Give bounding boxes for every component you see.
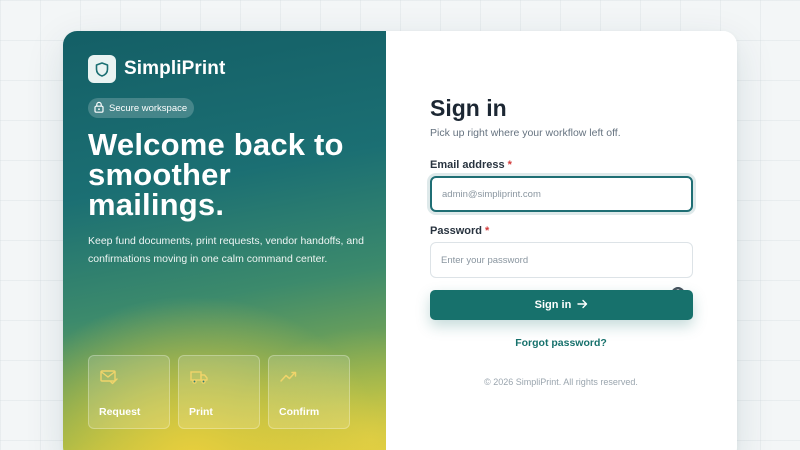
feature-label: Request [99,406,141,418]
signin-title: Sign in [430,95,507,121]
required-marker: * [484,225,490,237]
password-label-text: Password [430,225,482,237]
signin-panel: Sign in Pick up right where your workflo… [386,31,737,450]
hero-subtitle: Keep fund documents, print requests, ven… [88,235,364,265]
brand: SimpliPrint [88,55,225,83]
login-card: SimpliPrint Secure workspace Welcome bac… [63,31,737,450]
signin-subtitle: Pick up right where your workflow left o… [430,127,621,139]
feature-list: Request Print Confirm [88,355,350,429]
password-label: Password * [430,225,489,237]
secure-workspace-badge: Secure workspace [88,98,195,118]
email-label-text: Email address [430,159,505,171]
shield-icon [88,55,116,83]
email-label: Email address * [430,159,512,171]
mail-check-icon [100,369,118,385]
signin-button-label: Sign in [534,299,572,311]
forgot-password-link[interactable]: Forgot password? [386,337,736,349]
arrow-right-icon [577,299,588,312]
truck-icon [190,369,208,385]
badge-label: Secure workspace [109,102,188,114]
lock-icon [93,101,105,116]
feature-request: Request [88,355,170,429]
feature-label: Confirm [279,406,320,418]
hero-title: Welcome back to smoother mailings. [88,127,344,222]
copyright-text: © 2026 SimpliPrint. All rights reserved. [484,377,638,387]
feature-print: Print [178,355,260,429]
feature-label: Print [189,406,213,418]
password-field[interactable] [430,242,693,278]
brand-name: SimpliPrint [124,58,226,79]
email-field[interactable] [430,176,693,212]
signin-button[interactable]: Sign in [430,290,693,320]
feature-confirm: Confirm [268,355,350,429]
trend-icon [280,369,298,385]
hero-panel: SimpliPrint Secure workspace Welcome bac… [63,31,386,450]
required-marker: * [507,159,512,171]
